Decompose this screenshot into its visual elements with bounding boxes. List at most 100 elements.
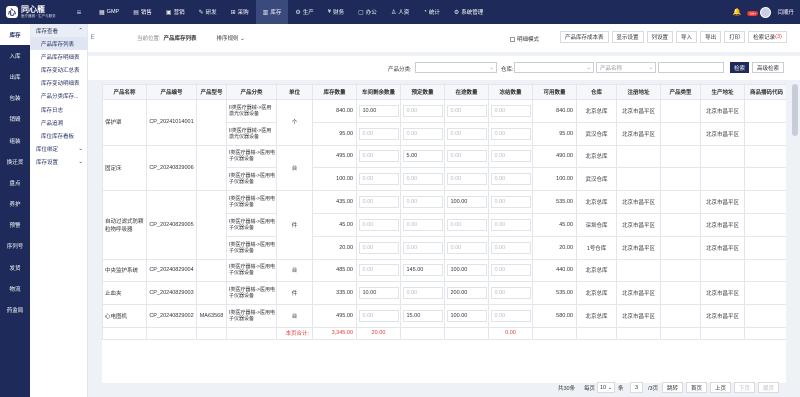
prev-page-button[interactable]: 上页 (710, 382, 732, 393)
user-name[interactable]: 闫顺丹 (777, 8, 794, 16)
transit-qty-input[interactable]: 200.00 (446, 287, 487, 300)
next-page-button[interactable]: 下页 (734, 382, 756, 393)
keyword-input[interactable] (658, 62, 724, 73)
vertical-scrollbar[interactable] (792, 84, 798, 136)
workshop-qty-input[interactable]: 10.00 (358, 287, 399, 300)
topnav-item-7[interactable]: ¥ 财务 (321, 0, 351, 24)
frozen-qty-input[interactable]: 0.00 (490, 104, 531, 117)
sub-item-5[interactable]: 库存日志 (30, 103, 87, 116)
reserved-qty-input[interactable]: 0.00 (402, 127, 443, 140)
transit-qty-input[interactable]: 0.00 (446, 218, 487, 231)
topnav-item-4[interactable]: ⊞ 采购 (224, 0, 256, 24)
sort-rule-dropdown[interactable]: 排序规则 ⌄ (217, 34, 245, 42)
sidebar-item-2[interactable]: 出库 (0, 66, 30, 87)
workshop-qty-input[interactable]: 0.00 (358, 264, 399, 277)
sub-item-1[interactable]: 产品库存明细表 (30, 50, 87, 63)
sidebar-item-13[interactable]: 药监局 (0, 299, 30, 320)
table-row[interactable]: 保护罩 CP_20241014001 II类医疗器械->医用激光仪器设备个 840.0… (102, 99, 786, 146)
frozen-qty-input[interactable]: 0.00 (490, 310, 531, 323)
sidebar-item-1[interactable]: 入库 (0, 45, 30, 66)
reserved-qty-input[interactable]: 0.00 (402, 241, 443, 254)
transit-qty-input[interactable]: 0.00 (446, 173, 487, 186)
reserved-qty-input[interactable]: 0.00 (402, 196, 443, 209)
reserved-qty-input[interactable]: 145.00 (402, 264, 443, 277)
sub-group-inventory-view[interactable]: 库存查看 ⌃ (30, 24, 87, 37)
frozen-qty-input[interactable]: 0.00 (490, 127, 531, 140)
column-header[interactable]: 冻结数量 (488, 84, 533, 100)
sidebar-item-7[interactable]: 盘点 (0, 172, 30, 193)
reserved-qty-input[interactable]: 0.00 (402, 173, 443, 186)
column-header[interactable]: 产品类型 (660, 84, 701, 100)
view-records-button[interactable]: 检索记录 (3) (748, 31, 787, 43)
per-page-select[interactable]: 10 ⌄ (597, 382, 616, 393)
frozen-qty-input[interactable]: 0.00 (490, 287, 531, 300)
frozen-qty-input[interactable]: 0.00 (490, 173, 531, 186)
transit-qty-input[interactable]: 0.00 (446, 241, 487, 254)
column-header[interactable]: 库存数量 (312, 84, 357, 100)
sub-item-2[interactable]: 库存变动汇总表 (30, 63, 87, 76)
sidebar-item-12[interactable]: 物流 (0, 278, 30, 299)
reserved-qty-input[interactable]: 5.00 (402, 150, 443, 163)
topnav-item-2[interactable]: ▣ 营销 (159, 0, 192, 24)
first-page-button[interactable]: 首页 (686, 382, 708, 393)
workshop-qty-input[interactable]: 0.00 (358, 150, 399, 163)
toolbar-button-0[interactable]: 产品库存成本表 (560, 31, 609, 43)
topnav-item-1[interactable]: ▤ 销售 (126, 0, 159, 24)
topnav-item-5[interactable]: ▥ 库存 (255, 0, 289, 24)
sidebar-item-0[interactable]: 库存 (0, 24, 30, 46)
menu-collapse-icon[interactable]: ≡ (72, 8, 86, 17)
sidebar-item-10[interactable]: 序列号 (0, 236, 30, 257)
sidebar-item-5[interactable]: 组装 (0, 130, 30, 151)
transit-qty-input[interactable]: 0.00 (446, 104, 487, 117)
detail-mode-checkbox[interactable]: 明细模式 (510, 35, 539, 43)
table-row[interactable]: 固定床 CP_20240829006 I类医疗器械->医用电子仪器设备台 495.00… (102, 144, 786, 192)
sub-item-7[interactable]: 库位库存看板 (30, 129, 87, 142)
sub-item-6[interactable]: 产品追溯 (30, 116, 87, 129)
topnav-item-11[interactable]: ⚙ 系统管理 (447, 0, 490, 24)
reserved-qty-input[interactable]: 0.00 (402, 218, 443, 231)
workshop-qty-input[interactable]: 0.00 (358, 310, 399, 323)
sidebar-item-11[interactable]: 发货 (0, 257, 30, 278)
workshop-qty-input[interactable]: 0.00 (358, 173, 399, 186)
workshop-qty-input[interactable]: 0.00 (358, 196, 399, 209)
jump-button[interactable]: 跳转 (662, 382, 684, 393)
column-header[interactable]: 产品编号 (146, 84, 197, 100)
table-row[interactable]: 自动过滤式防颗粒物呼吸器 CP_20240829005 I类医疗器械->医用电子仪器… (102, 190, 786, 260)
toolbar-button-3[interactable]: 导入 (676, 31, 698, 43)
column-header[interactable]: 单位 (276, 84, 313, 100)
frozen-qty-input[interactable]: 0.00 (490, 196, 531, 209)
sidebar-item-8[interactable]: 养护 (0, 194, 30, 215)
table-row[interactable]: 止血夹 CP_20240829003 I类医疗器械->医用电子仪器设备件 335.00… (102, 281, 786, 306)
sidebar-item-4[interactable]: 销毁 (0, 109, 30, 130)
reserved-qty-input[interactable]: 0.00 (402, 104, 443, 117)
toolbar-button-4[interactable]: 导出 (700, 31, 722, 43)
table-row[interactable]: 心电图机 CP_20240829002 MA63568 I类医疗器械->医用电子仪器设… (102, 304, 786, 328)
topnav-item-9[interactable]: ♙ 人资 (384, 0, 416, 24)
sub-item-4[interactable]: 产品分类库存... (30, 90, 87, 103)
topnav-item-8[interactable]: ▢ 办公 (351, 0, 384, 24)
toolbar-button-5[interactable]: 打印 (724, 31, 746, 43)
toolbar-button-1[interactable]: 显示设置 (611, 31, 644, 43)
column-header[interactable]: 车间剩余数量 (356, 84, 401, 100)
column-header[interactable]: 产品分类 (226, 84, 277, 100)
category-select[interactable]: ⌄ (415, 62, 497, 73)
column-header[interactable]: 产品型号 (196, 84, 227, 100)
column-header[interactable]: 可用数量 (532, 84, 577, 100)
edge-toggle[interactable]: E (88, 35, 97, 41)
notification-bell-icon[interactable]: 🔔 99+ (732, 8, 759, 16)
sidebar-item-3[interactable]: 包装 (0, 88, 30, 109)
search-button[interactable]: 检索 (730, 62, 750, 73)
column-header[interactable]: 商品播码代码 (744, 84, 786, 100)
transit-qty-input[interactable]: 0.00 (446, 127, 487, 140)
transit-qty-input[interactable]: 100.00 (446, 196, 487, 209)
column-header[interactable]: 仓库 (576, 84, 617, 100)
sub-group-location-binding[interactable]: 库位绑定 ⌄ (30, 143, 87, 156)
topnav-item-10[interactable]: ◔ 统计 (416, 0, 447, 24)
avatar[interactable] (760, 6, 772, 18)
column-header[interactable]: 在途数量 (444, 84, 489, 100)
page-number-input[interactable]: 3 (630, 382, 644, 393)
column-header[interactable]: 生产地址 (700, 84, 745, 100)
workshop-qty-input[interactable]: 0.00 (358, 127, 399, 140)
sidebar-item-9[interactable]: 预警 (0, 215, 30, 236)
reserved-qty-input[interactable]: 15.00 (402, 310, 443, 323)
